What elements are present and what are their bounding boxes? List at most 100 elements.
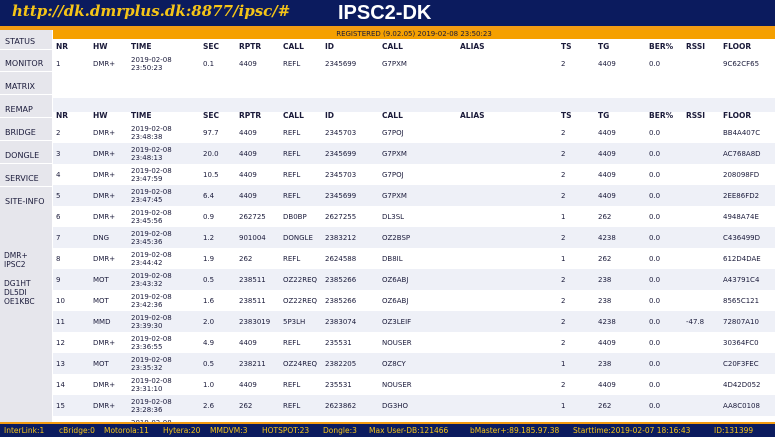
table-cell	[457, 185, 558, 206]
table-cell: 262725	[236, 206, 280, 227]
side-info-line: OE1KBC	[4, 297, 35, 306]
cell-value: 5P3LH	[283, 317, 306, 326]
footer-dongle: Dongle:3	[323, 426, 357, 435]
table-cell: 2383019	[236, 311, 280, 332]
cell-value: DMR+	[93, 149, 116, 158]
table-cell	[457, 248, 558, 269]
cell-value: 23:42:36	[131, 300, 163, 309]
table-cell: 4D42D052	[720, 374, 775, 395]
table-cell: 0.0	[646, 311, 683, 332]
table-cell: 238511	[236, 290, 280, 311]
table-cell: OZ22REQ	[280, 269, 322, 290]
table-cell: 4.9	[200, 332, 236, 353]
cell-value: REFL	[283, 191, 301, 200]
table-cell: 2019-02-08 23:45:56	[128, 206, 200, 227]
cell-value: DG3HO	[382, 401, 409, 410]
column-header: RPTR	[239, 110, 262, 120]
table-cell: 0.0	[646, 53, 683, 74]
cell-value: DMR+	[93, 128, 116, 137]
cell-value: 2	[561, 275, 566, 284]
table-cell: OZ6ABJ	[379, 269, 457, 290]
table-cell: 12	[53, 332, 90, 353]
table-cell: G7POJ	[379, 122, 457, 143]
table-cell: 2	[558, 122, 595, 143]
table-cell: 238	[595, 290, 646, 311]
cell-value: DMR+	[93, 380, 116, 389]
table-cell: 8	[53, 248, 90, 269]
table-cell: 2019-02-08 23:39:30	[128, 311, 200, 332]
cell-value: DONGLE	[283, 233, 313, 242]
nav-monitor[interactable]: MONITOR	[5, 59, 43, 68]
cell-value: 0.0	[649, 59, 661, 68]
table-cell: 2019-02-08 23:43:32	[128, 269, 200, 290]
cell-value: 0.5	[203, 359, 215, 368]
cell-value: 6	[56, 212, 61, 221]
table-cell: 5P3LH	[280, 311, 322, 332]
cell-value: 2	[561, 149, 566, 158]
nav-site-info[interactable]: SITE-INFO	[5, 197, 45, 206]
table-row: 9 MOT 2019-02-08 23:43:32 0.5 238511 OZ22REQ 23…	[53, 269, 775, 290]
nav-remap[interactable]: REMAP	[5, 105, 33, 114]
nav-status[interactable]: STATUS	[5, 37, 35, 46]
table-cell: NOUSER	[379, 332, 457, 353]
table-cell: 0.0	[646, 227, 683, 248]
table-cell: 4409	[595, 53, 646, 74]
cell-value: DMR+	[93, 170, 116, 179]
table-cell: 901004	[236, 227, 280, 248]
cell-value: 262	[598, 401, 612, 410]
table-cell: G7POJ	[379, 164, 457, 185]
table-cell	[683, 143, 720, 164]
table-cell: 0.0	[646, 395, 683, 416]
table-cell: DMR+	[90, 332, 128, 353]
table-cell: 14	[53, 374, 90, 395]
table-cell: 9C62CF65	[720, 53, 775, 74]
table-cell: 15	[53, 395, 90, 416]
cell-value: 2019-02-08	[131, 166, 172, 175]
cell-value: 23:48:38	[131, 132, 163, 141]
cell-value: REFL	[283, 128, 301, 137]
nav-matrix[interactable]: MATRIX	[5, 82, 35, 91]
cell-value: 2.6	[203, 401, 215, 410]
table-cell: 2EE86FD2	[720, 185, 775, 206]
footer-id: ID:131399	[714, 426, 754, 435]
footer-cbridge: cBridge:0	[59, 426, 95, 435]
cell-value: 0.0	[649, 275, 661, 284]
footer-hytera: Hytera:20	[163, 426, 201, 435]
cell-value: 4409	[598, 170, 616, 179]
nav-bridge[interactable]: BRIDGE	[5, 128, 36, 137]
table-cell: 4409	[236, 185, 280, 206]
table-row: 15 DMR+ 2019-02-08 23:28:36 2.6 262 REFL 262386…	[53, 395, 775, 416]
table-cell	[457, 374, 558, 395]
cell-value: 2345699	[325, 59, 357, 68]
nav-dongle[interactable]: DONGLE	[5, 151, 39, 160]
header-url-link[interactable]: http://dk.dmrplus.dk:8877/ipsc/#	[12, 0, 290, 22]
table-cell: 238	[595, 269, 646, 290]
cell-value: 0.0	[649, 233, 661, 242]
nav-divider	[0, 71, 52, 72]
cell-value: REFL	[283, 170, 301, 179]
cell-value: 2383212	[325, 233, 357, 242]
table-cell: AC768A8D	[720, 143, 775, 164]
cell-value: 2	[56, 128, 61, 137]
table-cell: REFL	[280, 122, 322, 143]
cell-value: 4409	[239, 149, 257, 158]
table-cell: 238211	[236, 353, 280, 374]
table-cell: 20.0	[200, 143, 236, 164]
table-cell: DONGLE	[280, 227, 322, 248]
table-cell: 2019-02-08 23:35:32	[128, 353, 200, 374]
sidebar: STATUS MONITOR MATRIX REMAP BRIDGE DONGL…	[0, 30, 52, 422]
cell-value: 2019-02-08	[131, 376, 172, 385]
table-cell: 2019-02-08 23:31:10	[128, 374, 200, 395]
table-cell: 2345699	[322, 185, 379, 206]
table-cell: 2385266	[322, 290, 379, 311]
table-cell	[457, 311, 558, 332]
table-cell: 72807A10	[720, 311, 775, 332]
cell-value: 1	[56, 59, 61, 68]
column-header: SEC	[203, 41, 220, 51]
cell-value: DL3SL	[382, 212, 405, 221]
table-cell: 0.1	[200, 53, 236, 74]
cell-value: 2019-02-08	[131, 397, 172, 406]
nav-service[interactable]: SERVICE	[5, 174, 39, 183]
cell-value: 1	[561, 212, 566, 221]
table-cell: 3	[53, 143, 90, 164]
